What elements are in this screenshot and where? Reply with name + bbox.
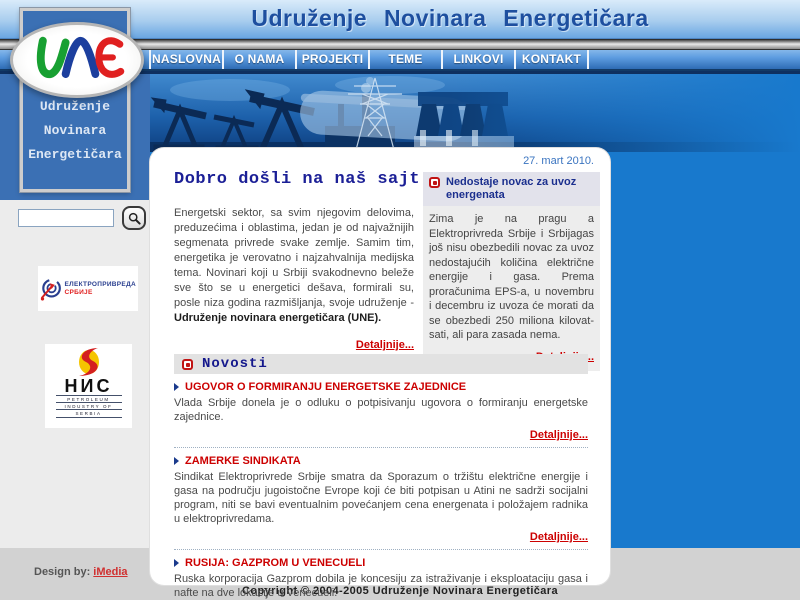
eps-emblem-icon [40, 274, 61, 304]
news-more-link[interactable]: Detaljnije... [530, 429, 588, 441]
nav-item-kontakt[interactable]: KONTAKT [516, 50, 589, 69]
design-by-label: Design by: [34, 566, 90, 578]
news-item-title: RUSIJA: GAZPROM U VENECUELI [185, 556, 365, 570]
featured-news-box: Nedostaje novac za uvoz energenata Zima … [423, 172, 600, 371]
news-item-text: Sindikat Elektroprivrede Srbije smatra d… [174, 470, 588, 526]
eps-name: ЕЛЕКТРОПРИВРЕДА [64, 281, 136, 289]
nav-item-teme[interactable]: TEME [370, 50, 443, 69]
search-icon [128, 212, 141, 225]
featured-news-title: Nedostaje novac za uvoz energenata [446, 176, 594, 202]
nis-name: НИС [65, 377, 113, 395]
welcome-text-regular: Energetski sektor, sa svim njegovim delo… [174, 207, 414, 309]
news-item-title-row[interactable]: ZAMERKE SINDIKATA [174, 454, 588, 468]
news-item: UGOVOR O FORMIRANJU ENERGETSKE ZAJEDNICE… [174, 380, 588, 448]
welcome-title: Dobro došli na naš sajt [174, 170, 420, 189]
news-item: ZAMERKE SINDIKATA Sindikat Elektroprivre… [174, 454, 588, 550]
org-line-1: Udruženje [23, 95, 127, 119]
news-section-header: Novosti [174, 354, 588, 374]
news-more-link[interactable]: Detaljnije... [530, 531, 588, 543]
triangle-bullet-icon [174, 383, 179, 391]
welcome-text: Energetski sektor, sa svim njegovim delo… [174, 206, 414, 326]
news-item-title-row[interactable]: UGOVOR O FORMIRANJU ENERGETSKE ZAJEDNICE [174, 380, 588, 394]
search-button[interactable] [122, 206, 146, 230]
imedia-link[interactable]: iMedia [93, 566, 127, 578]
eps-country: СРБИЈЕ [64, 289, 136, 297]
news-item-text: Ruska korporacija Gazprom dobila je konc… [174, 572, 588, 600]
search-input[interactable] [18, 209, 114, 227]
news-item-title-row[interactable]: RUSIJA: GAZPROM U VENECUELI [174, 556, 588, 570]
nav-item-naslovna[interactable]: NASLOVNA [151, 50, 224, 69]
une-logo[interactable] [10, 22, 144, 98]
nis-subtitle-2: INDUSTRY OF [56, 402, 122, 409]
nis-logo[interactable]: НИС PETROLEUM INDUSTRY OF SERBIA [45, 344, 132, 428]
org-line-3: Energetičara [23, 143, 127, 167]
banner-image [150, 74, 800, 152]
record-icon [182, 359, 193, 370]
nav-item-o-nama[interactable]: O NAMA [224, 50, 297, 69]
news-section-title: Novosti [202, 356, 268, 372]
nis-flame-icon [72, 347, 106, 377]
triangle-bullet-icon [174, 559, 179, 567]
org-line-2: Novinara [23, 119, 127, 143]
news-item-text: Vlada Srbije donela je o odluku o potpis… [174, 396, 588, 424]
record-icon [429, 177, 440, 188]
news-item-title: ZAMERKE SINDIKATA [185, 454, 301, 468]
nis-subtitle-3: SERBIA [56, 409, 122, 418]
news-item: RUSIJA: GAZPROM U VENECUELI Ruska korpor… [174, 556, 588, 600]
nav-item-projekti[interactable]: PROJEKTI [297, 50, 370, 69]
page: Udruženje Novinara Energetičara NASLOVNA… [0, 0, 800, 600]
featured-news-header: Nedostaje novac za uvoz energenata [423, 172, 600, 206]
featured-news-text: Zima je na pragu a Elektroprivreda Srbij… [423, 206, 600, 346]
nav-item-linkovi[interactable]: LINKOVI [443, 50, 516, 69]
eps-logo[interactable]: ЕЛЕКТРОПРИВРЕДА СРБИЈЕ [38, 266, 138, 311]
news-section: Novosti UGOVOR O FORMIRANJU ENERGETSKE Z… [174, 354, 588, 600]
content-card: 27. mart 2010. Dobro došli na naš sajt E… [150, 148, 610, 585]
nis-subtitle-1: PETROLEUM [56, 395, 122, 402]
welcome-more-link[interactable]: Detaljnije... [356, 339, 414, 351]
welcome-text-bold: Udruženje novinara energetičara (UNE). [174, 312, 381, 324]
site-title: Udruženje Novinara Energetičara [110, 5, 790, 32]
industrial-banner-illustration [150, 74, 800, 152]
triangle-bullet-icon [174, 457, 179, 465]
date-label: 27. mart 2010. [523, 155, 594, 167]
design-credit: Design by: iMedia [34, 566, 128, 578]
news-item-title: UGOVOR O FORMIRANJU ENERGETSKE ZAJEDNICE [185, 380, 466, 394]
une-logo-icon [21, 32, 133, 88]
